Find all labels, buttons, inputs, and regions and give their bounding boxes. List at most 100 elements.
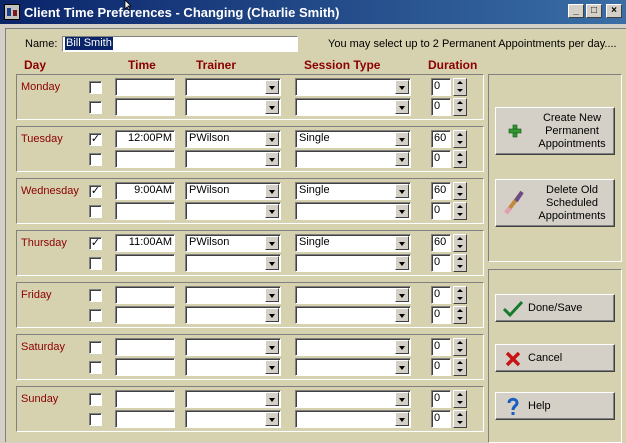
dropdown-arrow-icon[interactable]: [395, 152, 409, 166]
duration-spinner-icon[interactable]: [453, 78, 467, 96]
duration-input[interactable]: 0: [431, 390, 451, 408]
name-input[interactable]: Bill Smith: [62, 36, 298, 52]
help-button[interactable]: Help: [495, 392, 615, 420]
trainer-select[interactable]: [185, 306, 281, 324]
trainer-select[interactable]: [185, 98, 281, 116]
trainer-select[interactable]: PWilson: [185, 234, 281, 252]
trainer-select[interactable]: PWilson: [185, 130, 281, 148]
close-button[interactable]: ×: [606, 4, 622, 18]
trainer-select[interactable]: [185, 150, 281, 168]
time-input[interactable]: [115, 78, 175, 96]
day-checkbox[interactable]: [89, 257, 102, 270]
time-input[interactable]: [115, 254, 175, 272]
duration-input[interactable]: 0: [431, 410, 451, 428]
duration-spinner-icon[interactable]: [453, 150, 467, 168]
time-input[interactable]: [115, 306, 175, 324]
duration-spinner-icon[interactable]: [453, 410, 467, 428]
day-checkbox[interactable]: [89, 205, 102, 218]
dropdown-arrow-icon[interactable]: [395, 184, 409, 198]
time-input[interactable]: 9:00AM: [115, 182, 175, 200]
duration-spinner-icon[interactable]: [453, 286, 467, 304]
dropdown-arrow-icon[interactable]: [265, 100, 279, 114]
duration-input[interactable]: 0: [431, 78, 451, 96]
minimize-button[interactable]: _: [568, 4, 584, 18]
dropdown-arrow-icon[interactable]: [395, 412, 409, 426]
duration-spinner-icon[interactable]: [453, 358, 467, 376]
duration-input[interactable]: 60: [431, 182, 451, 200]
duration-input[interactable]: 0: [431, 338, 451, 356]
dropdown-arrow-icon[interactable]: [395, 80, 409, 94]
duration-spinner-icon[interactable]: [453, 306, 467, 324]
time-input[interactable]: [115, 338, 175, 356]
day-checkbox[interactable]: [89, 101, 102, 114]
trainer-select[interactable]: PWilson: [185, 182, 281, 200]
session-type-select[interactable]: Single: [295, 130, 411, 148]
trainer-select[interactable]: [185, 286, 281, 304]
session-type-select[interactable]: [295, 150, 411, 168]
dropdown-arrow-icon[interactable]: [395, 360, 409, 374]
session-type-select[interactable]: [295, 78, 411, 96]
trainer-select[interactable]: [185, 390, 281, 408]
duration-spinner-icon[interactable]: [453, 182, 467, 200]
maximize-button[interactable]: □: [586, 4, 602, 18]
day-checkbox[interactable]: ✓: [89, 237, 102, 250]
dropdown-arrow-icon[interactable]: [395, 308, 409, 322]
day-checkbox[interactable]: ✓: [89, 133, 102, 146]
dropdown-arrow-icon[interactable]: [395, 256, 409, 270]
session-type-select[interactable]: [295, 390, 411, 408]
duration-spinner-icon[interactable]: [453, 390, 467, 408]
session-type-select[interactable]: [295, 410, 411, 428]
dropdown-arrow-icon[interactable]: [395, 100, 409, 114]
dropdown-arrow-icon[interactable]: [265, 392, 279, 406]
session-type-select[interactable]: Single: [295, 234, 411, 252]
time-input[interactable]: [115, 390, 175, 408]
session-type-select[interactable]: Single: [295, 182, 411, 200]
trainer-select[interactable]: [185, 254, 281, 272]
duration-spinner-icon[interactable]: [453, 234, 467, 252]
day-checkbox[interactable]: ✓: [89, 185, 102, 198]
dropdown-arrow-icon[interactable]: [395, 392, 409, 406]
dropdown-arrow-icon[interactable]: [265, 256, 279, 270]
dropdown-arrow-icon[interactable]: [265, 340, 279, 354]
duration-spinner-icon[interactable]: [453, 254, 467, 272]
session-type-select[interactable]: [295, 338, 411, 356]
time-input[interactable]: [115, 202, 175, 220]
time-input[interactable]: 11:00AM: [115, 234, 175, 252]
session-type-select[interactable]: [295, 254, 411, 272]
duration-input[interactable]: 0: [431, 150, 451, 168]
session-type-select[interactable]: [295, 202, 411, 220]
duration-input[interactable]: 0: [431, 306, 451, 324]
session-type-select[interactable]: [295, 306, 411, 324]
dropdown-arrow-icon[interactable]: [395, 204, 409, 218]
time-input[interactable]: [115, 410, 175, 428]
duration-input[interactable]: 0: [431, 202, 451, 220]
day-checkbox[interactable]: [89, 289, 102, 302]
duration-input[interactable]: 0: [431, 254, 451, 272]
time-input[interactable]: [115, 358, 175, 376]
duration-input[interactable]: 60: [431, 234, 451, 252]
done-save-button[interactable]: Done/Save: [495, 294, 615, 322]
dropdown-arrow-icon[interactable]: [265, 204, 279, 218]
trainer-select[interactable]: [185, 410, 281, 428]
day-checkbox[interactable]: [89, 361, 102, 374]
dropdown-arrow-icon[interactable]: [265, 308, 279, 322]
dropdown-arrow-icon[interactable]: [395, 288, 409, 302]
trainer-select[interactable]: [185, 78, 281, 96]
dropdown-arrow-icon[interactable]: [395, 236, 409, 250]
duration-input[interactable]: 0: [431, 98, 451, 116]
day-checkbox[interactable]: [89, 81, 102, 94]
duration-input[interactable]: 0: [431, 286, 451, 304]
day-checkbox[interactable]: [89, 309, 102, 322]
day-checkbox[interactable]: [89, 393, 102, 406]
time-input[interactable]: [115, 150, 175, 168]
duration-spinner-icon[interactable]: [453, 338, 467, 356]
duration-spinner-icon[interactable]: [453, 98, 467, 116]
time-input[interactable]: 12:00PM: [115, 130, 175, 148]
dropdown-arrow-icon[interactable]: [265, 236, 279, 250]
day-checkbox[interactable]: [89, 413, 102, 426]
duration-spinner-icon[interactable]: [453, 202, 467, 220]
duration-input[interactable]: 60: [431, 130, 451, 148]
delete-appointments-button[interactable]: Delete Old Scheduled Appointments: [495, 179, 615, 227]
trainer-select[interactable]: [185, 338, 281, 356]
day-checkbox[interactable]: [89, 341, 102, 354]
